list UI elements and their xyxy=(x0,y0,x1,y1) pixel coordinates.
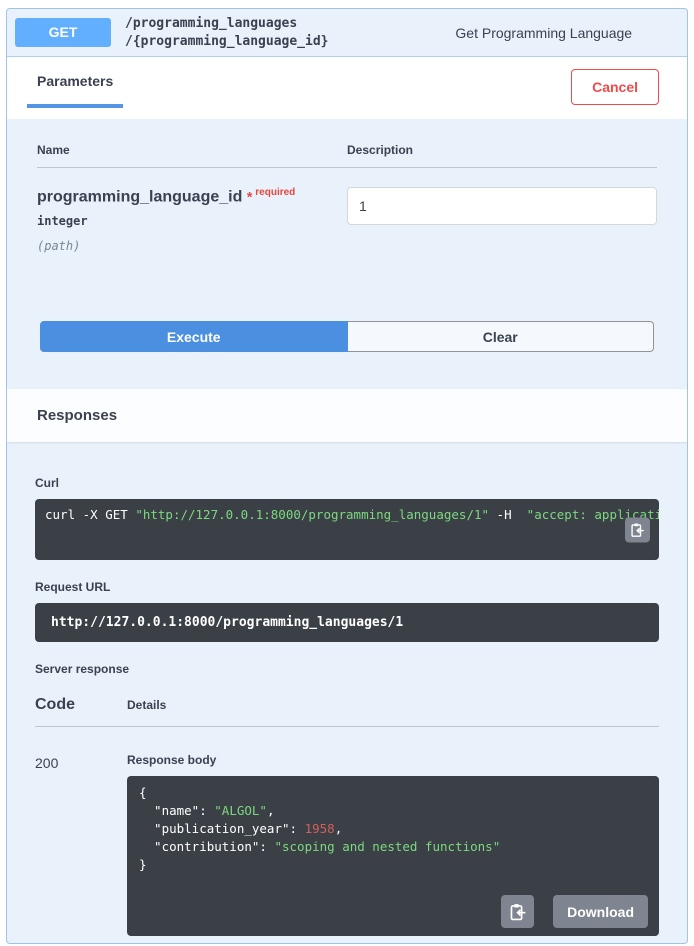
json-line-publication-year: "publication_year": 1958, xyxy=(139,820,647,838)
parameter-name: programming_language_id xyxy=(37,188,242,205)
required-asterisk: * xyxy=(247,188,252,204)
copy-to-clipboard-button[interactable] xyxy=(625,517,650,542)
operation-path-line2: /{programming_language_id} xyxy=(125,33,329,51)
server-response-label: Server response xyxy=(35,662,659,676)
response-details-cell: Response body { "name": "ALGOL", "public… xyxy=(127,743,659,944)
parameter-meta: programming_language_id *required intege… xyxy=(37,187,347,253)
required-label: required xyxy=(255,187,295,198)
tab-parameters[interactable]: Parameters xyxy=(27,73,123,108)
curl-label: Curl xyxy=(35,476,659,490)
parameters-table-header: Name Description xyxy=(37,143,657,168)
request-url-label: Request URL xyxy=(35,580,659,594)
tab-parameters-label: Parameters xyxy=(37,73,113,89)
response-body-block: { "name": "ALGOL", "publication_year": 1… xyxy=(127,776,659,936)
clear-button[interactable]: Clear xyxy=(348,321,655,352)
operation-panel: GET /programming_languages /{programming… xyxy=(6,8,688,944)
status-code: 200 xyxy=(35,743,127,944)
code-column-header: Code xyxy=(35,696,127,714)
tab-bar: Parameters Cancel xyxy=(7,57,687,119)
json-line-contribution: "contribution": "scoping and nested func… xyxy=(139,838,647,856)
curl-url-string: "http://127.0.0.1:8000/programming_langu… xyxy=(135,507,489,522)
server-response-table: Code Details 200 Response body { "name":… xyxy=(35,696,659,944)
execute-button-group: Execute Clear xyxy=(40,321,654,352)
operation-summary[interactable]: GET /programming_languages /{programming… xyxy=(7,9,687,57)
json-close-brace: } xyxy=(139,856,647,874)
json-line-name: "name": "ALGOL", xyxy=(139,802,647,820)
responses-content: Curl curl -X GET "http://127.0.0.1:8000/… xyxy=(7,442,687,944)
curl-flag-plain: -H xyxy=(489,507,527,522)
responses-title: Responses xyxy=(37,407,117,424)
name-column-header: Name xyxy=(37,143,347,157)
responses-section-header: Responses xyxy=(7,389,687,442)
curl-command-block: curl -X GET "http://127.0.0.1:8000/progr… xyxy=(35,499,659,560)
copy-to-clipboard-button[interactable] xyxy=(501,895,534,928)
cancel-button[interactable]: Cancel xyxy=(571,69,659,105)
request-url-block: http://127.0.0.1:8000/programming_langua… xyxy=(35,603,659,642)
server-response-table-header: Code Details xyxy=(35,696,659,727)
parameter-value-input[interactable] xyxy=(347,187,657,225)
response-body-actions: Download xyxy=(501,895,648,928)
clipboard-icon xyxy=(630,522,645,537)
response-body-label: Response body xyxy=(127,753,659,767)
parameter-value-column xyxy=(347,187,657,253)
download-button[interactable]: Download xyxy=(553,895,648,928)
parameters-section: Name Description programming_language_id… xyxy=(7,119,687,253)
description-column-header: Description xyxy=(347,143,657,157)
operation-title: Get Programming Language xyxy=(329,25,680,41)
server-response-row: 200 Response body { "name": "ALGOL", "pu… xyxy=(35,727,659,944)
parameter-location: (path) xyxy=(37,239,347,253)
clipboard-icon xyxy=(509,903,527,921)
parameter-row: programming_language_id *required intege… xyxy=(37,168,657,253)
parameter-name-line: programming_language_id *required xyxy=(37,187,347,206)
details-column-header: Details xyxy=(127,698,166,714)
operation-path: /programming_languages /{programming_lan… xyxy=(125,15,329,50)
http-method-badge: GET xyxy=(15,18,111,47)
json-open-brace: { xyxy=(139,784,647,802)
curl-text-plain: curl -X GET xyxy=(45,507,135,522)
operation-path-line1: /programming_languages xyxy=(125,15,329,33)
execute-button[interactable]: Execute xyxy=(40,321,348,352)
parameter-type: integer xyxy=(37,214,347,228)
